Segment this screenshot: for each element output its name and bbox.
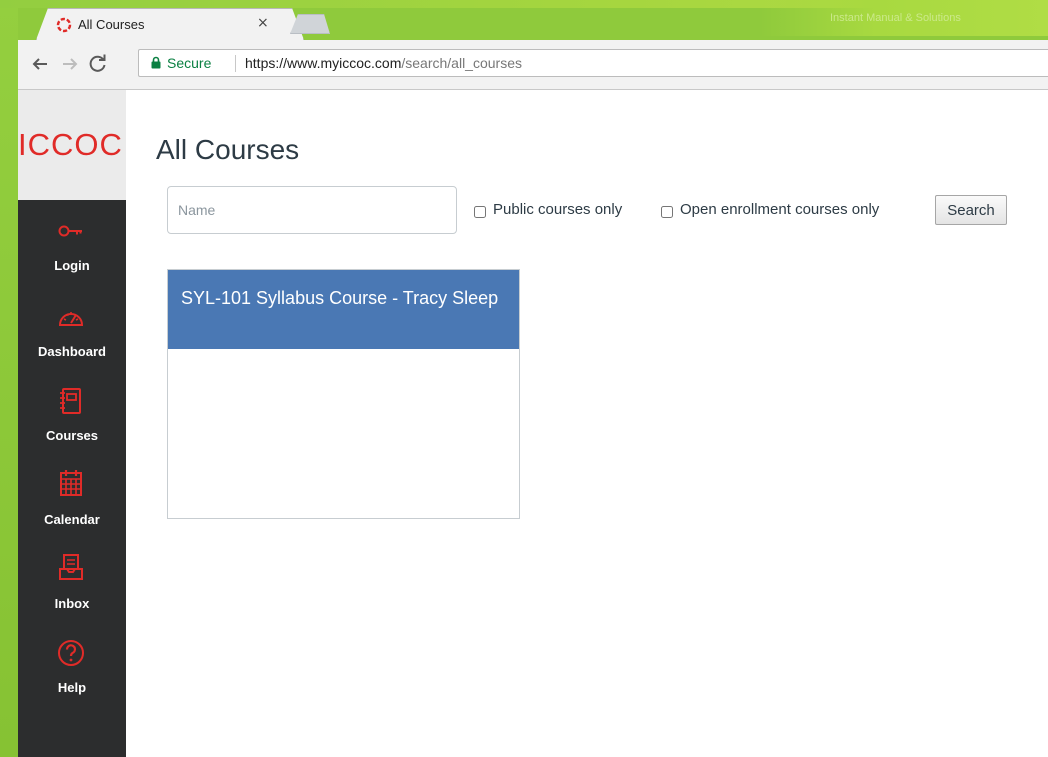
sidebar-item-calendar[interactable]: Calendar	[18, 466, 126, 546]
sidebar-item-label: Courses	[45, 428, 99, 443]
lms-app: ICCOC Login Dashboard Courses Calendar I…	[18, 90, 1048, 757]
iccoc-logo: ICCOC	[18, 127, 123, 162]
calendar-icon	[60, 470, 82, 496]
open-enrollment-checkbox[interactable]	[661, 206, 673, 218]
sidebar-item-help[interactable]: Help	[18, 634, 126, 714]
forward-arrow-icon[interactable]	[60, 54, 80, 74]
address-bar[interactable]: Secure https://www.myiccoc.com/search/al…	[138, 49, 1048, 77]
sidebar-item-label: Login	[54, 258, 90, 273]
public-courses-label: Public courses only	[493, 201, 623, 218]
sidebar-item-label: Dashboard	[38, 344, 106, 359]
course-card[interactable]: SYL-101 Syllabus Course - Tracy Sleep	[167, 269, 520, 519]
url-host: https://www.myiccoc.com	[245, 55, 402, 71]
url-path: /search/all_courses	[401, 55, 522, 71]
course-title[interactable]: SYL-101 Syllabus Course - Tracy Sleep	[181, 288, 511, 309]
course-name-search-input[interactable]	[167, 186, 457, 234]
sidebar-item-label: Help	[57, 680, 87, 695]
secure-label: Secure	[167, 55, 212, 71]
public-courses-checkbox[interactable]	[474, 206, 486, 218]
sidebar-item-login[interactable]: Login	[18, 214, 126, 294]
sidebar-item-inbox[interactable]: Inbox	[18, 550, 126, 630]
open-enrollment-label: Open enrollment courses only	[680, 201, 880, 218]
address-separator	[235, 55, 236, 72]
back-arrow-icon[interactable]	[30, 54, 50, 74]
course-card-header: SYL-101 Syllabus Course - Tracy Sleep	[168, 270, 519, 349]
lock-icon	[151, 56, 161, 69]
sidebar-item-label: Inbox	[54, 596, 90, 611]
search-button[interactable]: Search	[935, 195, 1007, 225]
desktop-frame-left	[0, 0, 18, 757]
sidebar-item-dashboard[interactable]: Dashboard	[18, 298, 126, 378]
browser-toolbar: Secure https://www.myiccoc.com/search/al…	[18, 40, 1048, 90]
logo-area[interactable]: ICCOC	[18, 90, 126, 200]
sidebar-item-label: Calendar	[44, 512, 100, 527]
help-icon	[58, 640, 84, 666]
sidebar-item-courses[interactable]: Courses	[18, 382, 126, 462]
favicon-icon	[56, 17, 72, 33]
tab-close-icon[interactable]: ×	[257, 15, 269, 31]
page-title: All Courses	[156, 134, 300, 165]
inbox-icon	[59, 554, 83, 580]
browser-tab-title: All Courses	[78, 17, 145, 32]
dashboard-gauge-icon	[58, 312, 84, 326]
global-nav-sidebar: ICCOC Login Dashboard Courses Calendar I…	[18, 90, 126, 757]
new-tab-button[interactable]	[290, 14, 330, 34]
browser-tab-strip: All Courses ×	[18, 8, 1048, 40]
key-icon	[58, 225, 82, 237]
reload-icon[interactable]	[88, 54, 108, 74]
book-icon	[60, 388, 81, 414]
url-text[interactable]: https://www.myiccoc.com/search/all_cours…	[245, 55, 522, 71]
